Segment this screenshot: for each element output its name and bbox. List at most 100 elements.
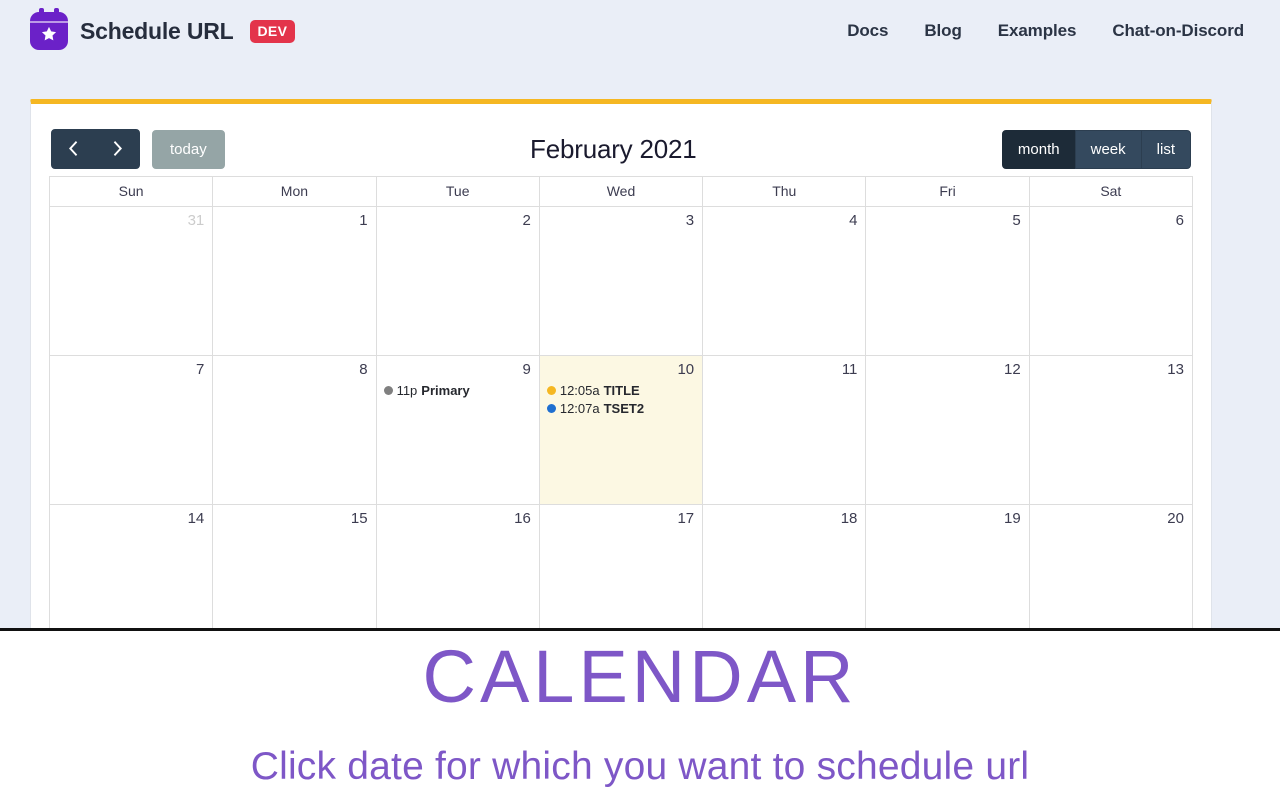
calendar-day-header-row: Sun Mon Tue Wed Thu Fri Sat [50,177,1192,206]
view-button-list[interactable]: list [1140,129,1191,169]
calendar-day-cell[interactable]: 16 [375,505,539,628]
chevron-left-icon [69,141,78,156]
day-events [1030,231,1192,233]
day-events [866,380,1028,382]
day-events [213,231,375,233]
day-events [540,529,702,531]
calendar-event[interactable]: 12:05a TITLE [546,382,697,400]
day-header-sun: Sun [118,183,144,199]
day-number: 1 [359,212,368,229]
day-number: 31 [187,212,205,229]
dev-badge: DEV [249,19,296,43]
calendar-day-cell[interactable]: 17 [538,505,702,628]
event-time: 12:07a [559,401,600,416]
day-number: 20 [1167,510,1184,527]
day-number: 10 [677,361,695,378]
bottom-info-pane: CALENDAR Click date for which you want t… [0,634,1280,800]
chevron-right-icon [113,141,122,156]
day-number: 9 [522,361,531,378]
view-button-month[interactable]: month [1001,129,1076,169]
event-title: Primary [421,383,470,398]
day-events [377,529,539,531]
view-button-week[interactable]: week [1074,129,1142,169]
day-number: 3 [685,212,695,229]
day-events: 12:05a TITLE 12:07a TSET2 [540,380,702,418]
brand[interactable]: Schedule URL DEV [30,8,296,50]
day-header-tue: Tue [375,177,539,206]
calendar-day-cell[interactable]: 8 [212,356,375,504]
day-number: 18 [840,510,858,527]
day-events [866,529,1028,531]
day-number: 13 [1167,361,1184,378]
day-events [703,231,865,233]
next-month-button[interactable] [95,129,140,169]
calendar-day-cell[interactable]: 4 [702,207,865,355]
site-header: Schedule URL DEV Docs Blog Examples Chat… [0,0,1280,62]
prev-month-button[interactable] [51,129,96,169]
day-header-wed: Wed [538,177,702,206]
day-number: 4 [849,212,858,229]
day-number: 14 [187,510,205,527]
calendar-day-cell[interactable]: 19 [865,505,1028,628]
calendar-week-row: 7 8 9 11p Primary 10 12:05a TITLE 12:07a TSET2 11 1… [50,355,1192,504]
day-events [1030,529,1192,531]
calendar-day-cell[interactable]: 2 [375,207,539,355]
calendar-event[interactable]: 12:07a TSET2 [546,400,697,418]
calendar-week-row: 14 15 16 17 18 19 20 [50,504,1192,628]
day-events [213,529,375,531]
calendar-week-row: 31 1 2 3 4 5 6 [50,206,1192,355]
day-number: 16 [514,510,531,527]
primary-nav: Docs Blog Examples Chat-on-Discord [847,21,1244,41]
nav-link-examples[interactable]: Examples [998,21,1077,41]
nav-link-chat-on-discord[interactable]: Chat-on-Discord [1112,21,1244,41]
day-number: 7 [195,361,205,378]
calendar-week-rows: 31 1 2 3 4 5 6 7 8 9 11p Primary 10 12:05a TITLE 12:07a… [50,206,1192,628]
calendar-app-viewport: Schedule URL DEV Docs Blog Examples Chat… [0,0,1280,631]
calendar-day-cell[interactable]: 3 [538,207,702,355]
day-events [50,380,212,382]
toolbar-left-group: today [51,129,225,169]
calendar-day-cell[interactable]: 5 [865,207,1028,355]
calendar-day-cell[interactable]: 14 [50,505,212,628]
day-number: 11 [841,361,858,378]
nav-link-docs[interactable]: Docs [847,21,888,41]
calendar-title: February 2021 [530,133,697,164]
event-title: TSET2 [603,401,645,416]
today-button[interactable]: today [152,129,225,169]
day-events [703,380,865,382]
day-number: 5 [1012,212,1021,229]
prev-next-button-group [51,129,140,169]
page-subtitle: Click date for which you want to schedul… [250,745,1030,788]
day-events [50,231,212,233]
calendar-day-cell[interactable]: 6 [1028,207,1192,355]
calendar-day-cell[interactable]: 11 [702,356,865,504]
day-events [866,231,1028,233]
day-number: 2 [522,212,531,229]
nav-link-blog[interactable]: Blog [924,21,961,41]
calendar-day-cell[interactable]: 1 [212,207,375,355]
day-number: 12 [1004,361,1021,378]
calendar-day-cell[interactable]: 15 [212,505,375,628]
day-events [213,380,375,382]
calendar-day-cell[interactable]: 20 [1028,505,1192,628]
event-time: 11p [396,383,418,398]
calendar-day-cell[interactable]: 18 [702,505,865,628]
calendar-day-cell[interactable]: 31 [50,207,212,355]
calendar-day-cell[interactable]: 12 [865,356,1028,504]
day-number: 15 [350,510,368,527]
calendar-toolbar: today February 2021 month week list [49,122,1193,176]
day-number: 6 [1175,212,1184,229]
event-dot-icon [546,386,556,395]
toolbar-right-group: month week list [1001,129,1191,169]
calendar-star-icon [30,8,68,50]
calendar-event[interactable]: 11p Primary [383,382,534,400]
calendar-day-cell[interactable]: 13 [1028,356,1192,504]
view-switcher-group: month week list [1001,129,1191,169]
day-events [50,529,212,531]
calendar-day-cell[interactable]: 10 12:05a TITLE 12:07a TSET2 [538,356,703,504]
calendar-day-cell[interactable]: 7 [50,356,212,504]
day-events [540,231,702,233]
calendar-day-cell[interactable]: 9 11p Primary [375,356,539,504]
day-events: 11p Primary [377,380,539,400]
brand-title: Schedule URL [80,17,234,44]
